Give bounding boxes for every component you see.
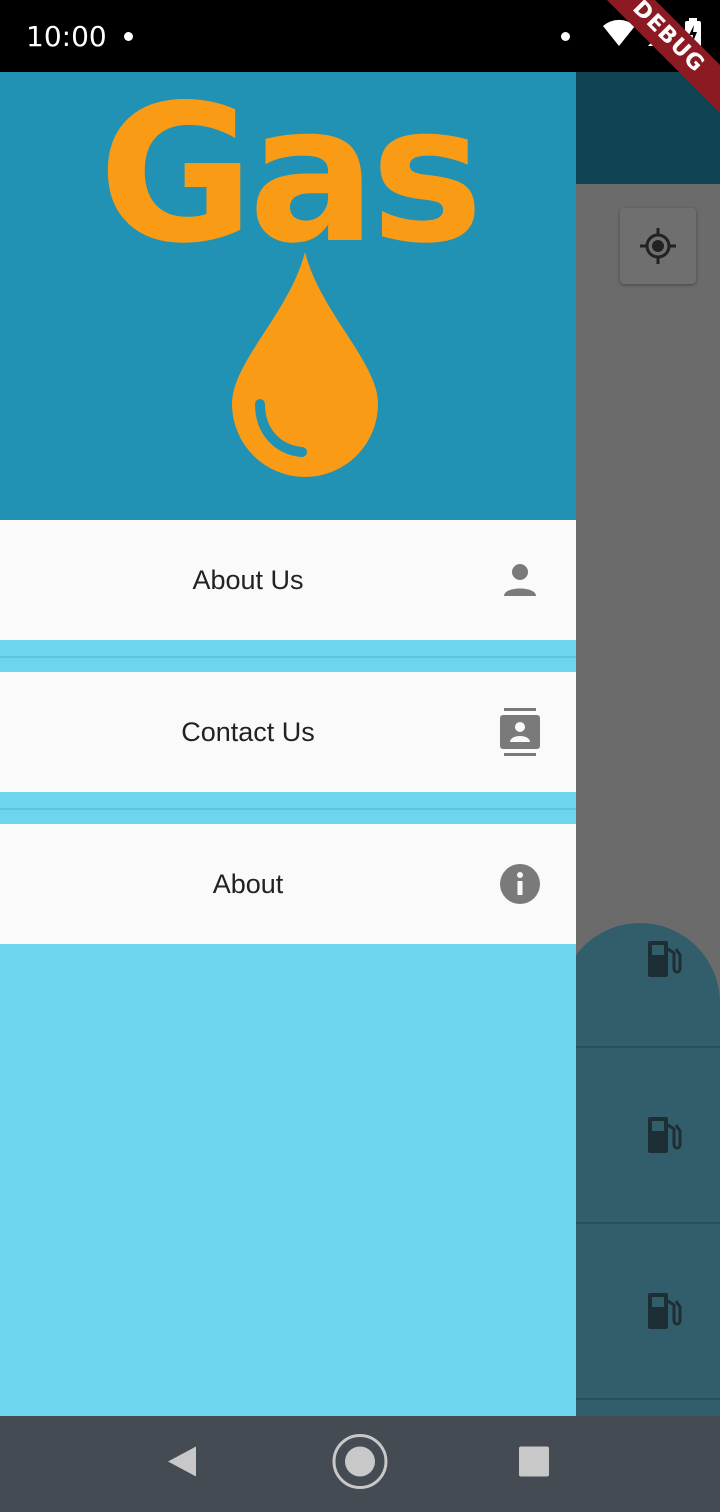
back-icon <box>168 1446 196 1477</box>
back-button[interactable] <box>166 1445 198 1484</box>
my-location-button[interactable] <box>620 208 696 284</box>
status-bar: 10:00 <box>0 0 720 72</box>
menu-item-label: About <box>212 868 284 899</box>
recents-button[interactable] <box>518 1446 550 1483</box>
divider <box>0 808 576 810</box>
drawer-header: Gas <box>0 72 576 520</box>
notification-dot-icon <box>124 32 133 41</box>
divider <box>0 656 576 658</box>
app-logo-text: Gas <box>98 64 483 285</box>
home-icon <box>332 1434 388 1489</box>
home-button[interactable] <box>331 1433 389 1496</box>
gas-pump-icon <box>648 1117 682 1153</box>
menu-item-about[interactable]: About <box>0 824 576 944</box>
notification-dot-icon <box>561 32 570 41</box>
contacts-icon <box>498 708 542 756</box>
station-row[interactable] <box>576 1224 720 1400</box>
person-icon <box>498 556 542 604</box>
gas-pump-icon <box>648 941 682 977</box>
menu-item-about-us[interactable]: About Us <box>0 520 576 640</box>
navigation-drawer: Gas About Us Contact Us About <box>0 72 576 1416</box>
station-row[interactable] <box>576 1048 720 1224</box>
recents-icon <box>519 1446 549 1477</box>
status-time: 10:00 <box>26 20 107 53</box>
menu-item-label: Contact Us <box>181 716 315 747</box>
gas-pump-icon <box>648 1293 682 1329</box>
info-icon <box>498 860 542 908</box>
menu-item-label: About Us <box>192 564 304 595</box>
system-nav-bar <box>0 1416 720 1512</box>
gps-icon <box>640 228 676 264</box>
menu-item-contact-us[interactable]: Contact Us <box>0 672 576 792</box>
gas-drop-icon <box>232 252 378 477</box>
station-row[interactable] <box>576 872 720 1048</box>
